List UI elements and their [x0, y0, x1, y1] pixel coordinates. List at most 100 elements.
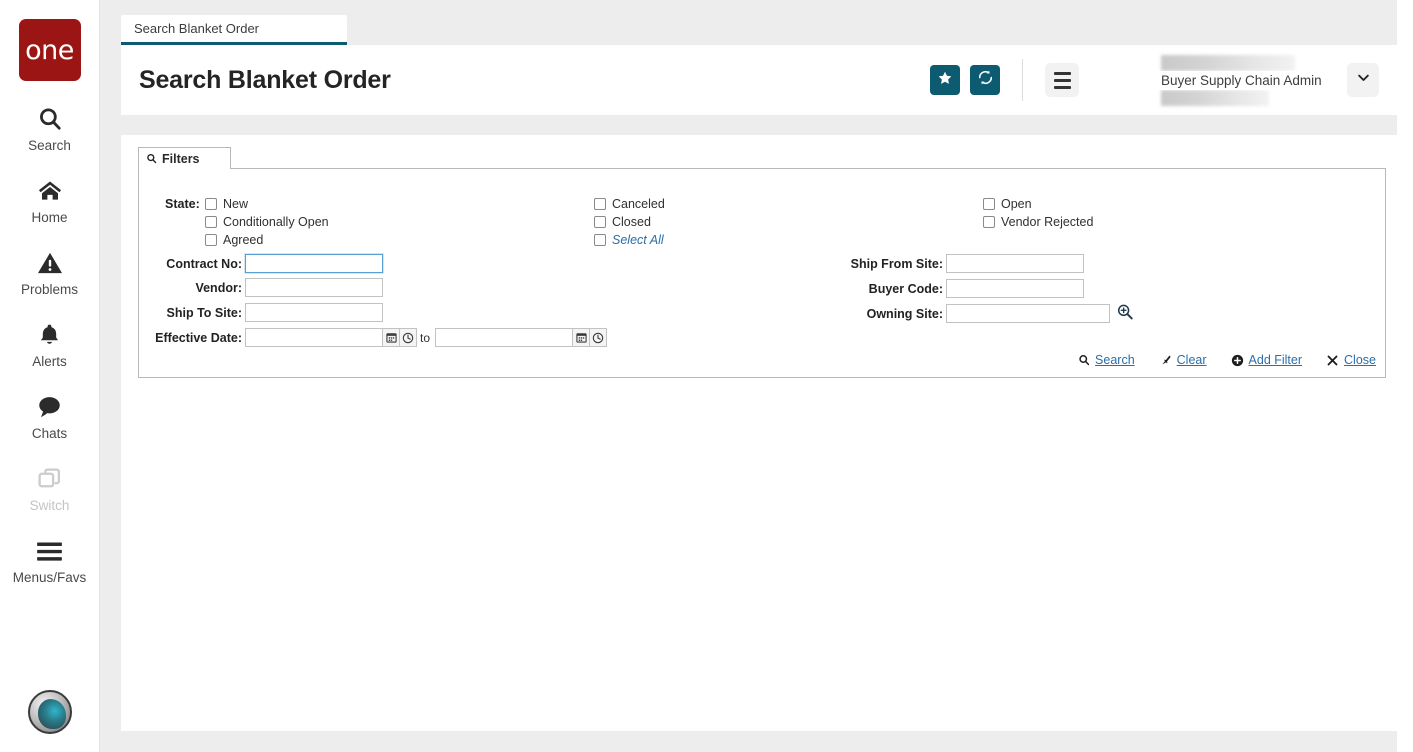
input-vendor[interactable] — [245, 278, 383, 297]
header-divider — [1022, 59, 1023, 101]
header-menu-button[interactable] — [1045, 63, 1079, 97]
sidebar-item-label: Problems — [20, 282, 79, 297]
search-icon — [1078, 354, 1090, 366]
clear-button-label: Clear — [1176, 353, 1207, 367]
close-button[interactable]: Close — [1326, 353, 1376, 367]
user-info[interactable]: Buyer Supply Chain Admin — [1149, 52, 1329, 108]
tab-filters-label: Filters — [162, 151, 200, 166]
sidebar-item-label: Home — [31, 210, 68, 225]
checkbox-box[interactable] — [205, 216, 217, 228]
checkbox-box[interactable] — [205, 234, 217, 246]
hamburger-icon-line-1 — [1053, 71, 1071, 75]
label-effective-date: Effective Date: — [155, 331, 242, 345]
checkbox-box[interactable] — [205, 198, 217, 210]
brand-logo[interactable]: one — [18, 19, 81, 81]
sidebar-item-menus-favs[interactable]: Menus/Favs — [0, 535, 100, 585]
checkbox-closed[interactable]: Closed — [594, 215, 651, 229]
checkbox-label: Conditionally Open — [223, 215, 329, 229]
checkbox-label: Open — [1001, 197, 1032, 211]
sidebar-item-label: Menus/Favs — [12, 570, 87, 585]
brand-logo-text: one — [25, 34, 74, 66]
input-contract-no[interactable] — [245, 254, 383, 273]
sidebar-item-search[interactable]: Search — [0, 103, 100, 153]
hamburger-icon — [36, 535, 63, 567]
checkbox-agreed[interactable]: Agreed — [205, 233, 263, 247]
chat-icon — [36, 391, 63, 423]
header-actions: Buyer Supply Chain Admin — [930, 45, 1397, 115]
switch-icon — [36, 463, 63, 495]
sidebar-item-home[interactable]: Home — [0, 175, 100, 225]
add-filter-button[interactable]: Add Filter — [1231, 353, 1302, 367]
checkbox-new[interactable]: New — [205, 197, 248, 211]
label-owning-site: Owning Site: — [866, 307, 943, 321]
search-icon — [37, 103, 63, 135]
checkbox-label: Canceled — [612, 197, 665, 211]
sidebar-item-alerts[interactable]: Alerts — [0, 319, 100, 369]
user-company-redacted — [1161, 89, 1269, 106]
home-icon — [36, 175, 64, 207]
input-ship-to-site[interactable] — [245, 303, 383, 322]
sidebar-item-label: Search — [28, 138, 71, 153]
tab-search-blanket-order[interactable]: Search Blanket Order — [121, 15, 347, 45]
checkbox-conditionally-open[interactable]: Conditionally Open — [205, 215, 329, 229]
hamburger-icon-line-2 — [1053, 78, 1071, 82]
checkbox-canceled[interactable]: Canceled — [594, 197, 665, 211]
input-buyer-code[interactable] — [946, 279, 1084, 298]
input-ship-from-site[interactable] — [946, 254, 1084, 273]
star-icon — [937, 70, 953, 91]
checkbox-box[interactable] — [594, 216, 606, 228]
filters-tab-row: Filters — [138, 147, 1386, 169]
owning-site-lookup-icon[interactable] — [1116, 303, 1134, 326]
label-contract-no: Contract No: — [166, 257, 242, 271]
refresh-icon — [977, 69, 994, 91]
sidebar-item-chats[interactable]: Chats — [0, 391, 100, 441]
content-panel: Filters State: New Conditionally Open Ag… — [121, 135, 1397, 731]
checkbox-vendor-rejected[interactable]: Vendor Rejected — [983, 215, 1093, 229]
right-gutter — [1397, 0, 1413, 752]
checkbox-box[interactable] — [594, 234, 606, 246]
checkbox-box[interactable] — [983, 216, 995, 228]
bell-icon — [37, 319, 62, 351]
checkbox-open[interactable]: Open — [983, 197, 1032, 211]
sidebar-item-label: Switch — [29, 498, 70, 513]
checkbox-select-all[interactable]: Select All — [594, 233, 664, 247]
calendar-icon-to[interactable] — [573, 328, 590, 347]
main-area: Search Blanket Order Search Blanket Orde… — [100, 0, 1413, 752]
checkbox-label: New — [223, 197, 249, 211]
input-effective-date-from[interactable] — [245, 328, 383, 347]
select-all-link[interactable]: Select All — [612, 233, 664, 247]
filter-actions: Search Clear Add Filter Close — [1078, 353, 1376, 367]
label-ship-to-site: Ship To Site: — [166, 306, 242, 320]
refresh-button[interactable] — [970, 65, 1000, 95]
tab-filters[interactable]: Filters — [138, 147, 231, 169]
search-icon — [146, 153, 157, 164]
checkbox-box[interactable] — [594, 198, 606, 210]
label-buyer-code: Buyer Code: — [868, 282, 943, 296]
tabstrip: Search Blanket Order — [100, 0, 1413, 45]
avatar[interactable] — [28, 690, 72, 734]
chevron-down-icon — [1356, 70, 1371, 90]
input-effective-date-to[interactable] — [435, 328, 573, 347]
avatar-image — [38, 699, 66, 729]
clear-button[interactable]: Clear — [1159, 353, 1207, 367]
left-sidebar: one Search Home Problems Alerts Chats Sw… — [0, 0, 100, 752]
tab-label: Search Blanket Order — [134, 21, 260, 36]
hamburger-icon-line-3 — [1053, 85, 1071, 89]
calendar-icon-from[interactable] — [383, 328, 400, 347]
eraser-icon — [1159, 354, 1172, 367]
user-name-redacted — [1161, 54, 1295, 71]
input-owning-site[interactable] — [946, 304, 1110, 323]
page-header: Search Blanket Order Buyer Supply Chain … — [121, 45, 1397, 115]
user-menu-button[interactable] — [1347, 63, 1379, 97]
app-root: one Search Home Problems Alerts Chats Sw… — [0, 0, 1413, 752]
favorite-button[interactable] — [930, 65, 960, 95]
state-label: State: — [165, 197, 200, 211]
checkbox-box[interactable] — [983, 198, 995, 210]
clock-icon-to[interactable] — [590, 328, 607, 347]
state-label-group: State: — [165, 197, 200, 211]
clock-icon-from[interactable] — [400, 328, 417, 347]
close-icon — [1326, 354, 1339, 367]
sidebar-item-problems[interactable]: Problems — [0, 247, 100, 297]
sidebar-item-switch[interactable]: Switch — [0, 463, 100, 513]
search-button[interactable]: Search — [1078, 353, 1135, 367]
